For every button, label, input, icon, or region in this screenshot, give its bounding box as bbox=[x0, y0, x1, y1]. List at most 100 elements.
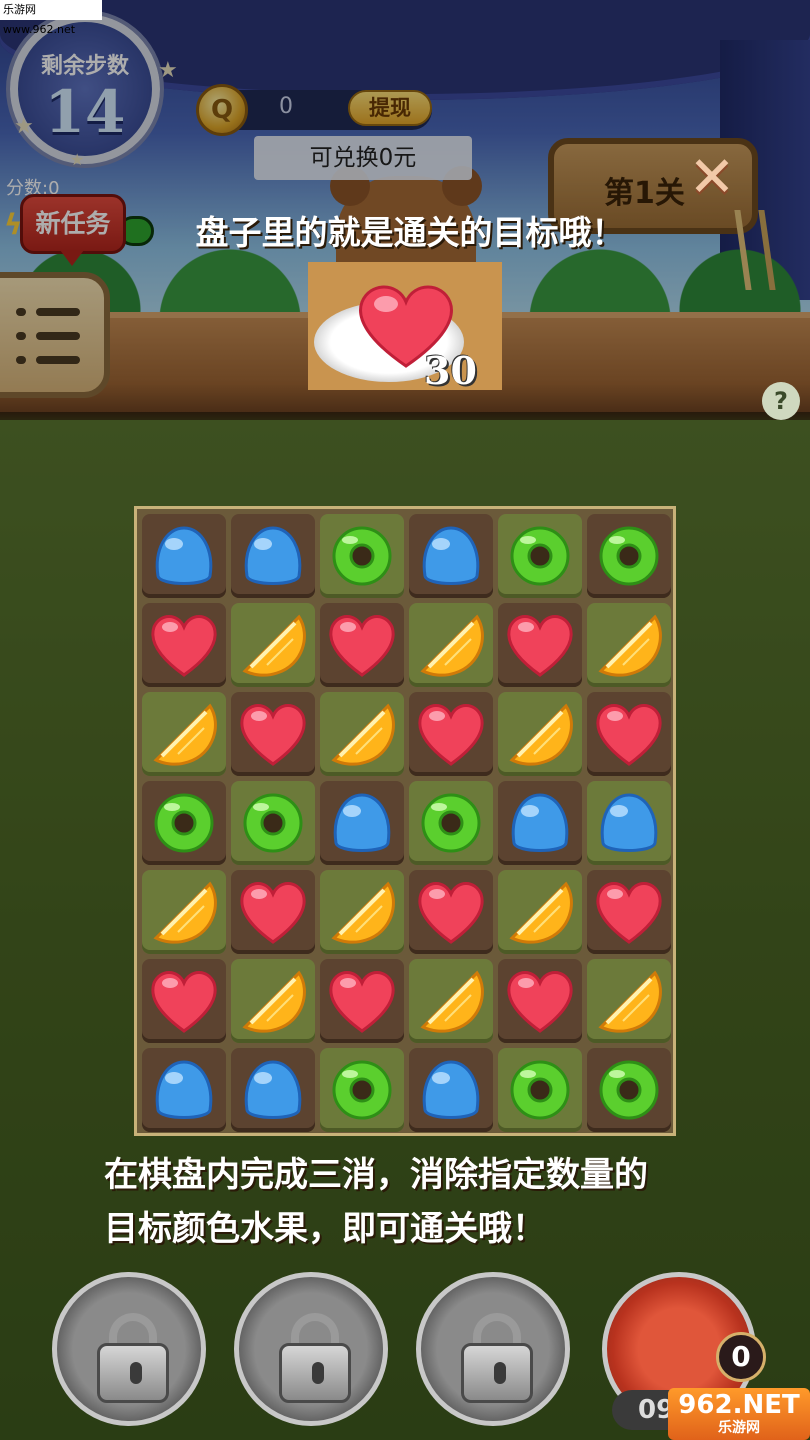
board-cell[interactable] bbox=[409, 959, 493, 1043]
board-cell[interactable] bbox=[498, 781, 582, 865]
board-cell[interactable] bbox=[231, 1048, 315, 1132]
board-cell[interactable] bbox=[409, 870, 493, 954]
board-cell[interactable] bbox=[409, 781, 493, 865]
red-gem-icon bbox=[504, 609, 576, 681]
board-cell[interactable] bbox=[498, 603, 582, 687]
help-icon[interactable]: ? bbox=[762, 382, 800, 420]
booster-magic-button[interactable] bbox=[416, 1272, 570, 1426]
orange-gem-icon bbox=[148, 698, 220, 770]
blue-gem-icon bbox=[326, 787, 398, 859]
board-cell[interactable] bbox=[587, 781, 671, 865]
game-board bbox=[134, 506, 676, 1136]
green-gem-icon bbox=[593, 520, 665, 592]
blue-gem-icon bbox=[237, 1054, 309, 1126]
board-cell[interactable] bbox=[142, 870, 226, 954]
board-cell[interactable] bbox=[498, 959, 582, 1043]
board-cell[interactable] bbox=[142, 959, 226, 1043]
board-cell[interactable] bbox=[320, 781, 404, 865]
orange-gem-icon bbox=[504, 698, 576, 770]
board-cell[interactable] bbox=[142, 514, 226, 598]
orange-gem-icon bbox=[593, 965, 665, 1037]
board-cell[interactable] bbox=[587, 603, 671, 687]
orange-gem-icon bbox=[326, 698, 398, 770]
board-cell[interactable] bbox=[587, 514, 671, 598]
green-gem-icon bbox=[504, 1054, 576, 1126]
board-cell[interactable] bbox=[409, 514, 493, 598]
board-cell[interactable] bbox=[320, 870, 404, 954]
tutorial-description-line: 在棋盘内完成三消，消除指定数量的 bbox=[104, 1155, 648, 1195]
red-gem-icon bbox=[593, 698, 665, 770]
green-gem-icon bbox=[326, 1054, 398, 1126]
red-gem-icon bbox=[415, 698, 487, 770]
orange-gem-icon bbox=[148, 876, 220, 948]
board-cell[interactable] bbox=[587, 870, 671, 954]
tutorial-description-line: 目标颜色水果，即可通关哦！ bbox=[104, 1209, 546, 1249]
watermark-text: 乐游网 www.962.net bbox=[0, 0, 102, 36]
board-cell[interactable] bbox=[320, 1048, 404, 1132]
lucky-bag-count: 0 bbox=[716, 1332, 766, 1382]
board-cell[interactable] bbox=[498, 1048, 582, 1132]
blue-gem-icon bbox=[148, 520, 220, 592]
red-gem-icon bbox=[237, 876, 309, 948]
red-gem-icon bbox=[237, 698, 309, 770]
red-gem-icon bbox=[326, 609, 398, 681]
board-cell[interactable] bbox=[320, 603, 404, 687]
blue-gem-icon bbox=[504, 787, 576, 859]
close-icon[interactable]: ✕ bbox=[684, 150, 740, 206]
board-cell[interactable] bbox=[409, 1048, 493, 1132]
lock-icon bbox=[97, 1343, 169, 1403]
board-cell[interactable] bbox=[587, 1048, 671, 1132]
orange-gem-icon bbox=[415, 965, 487, 1037]
red-gem-icon bbox=[593, 876, 665, 948]
blue-gem-icon bbox=[415, 1054, 487, 1126]
board-cell[interactable] bbox=[320, 959, 404, 1043]
green-gem-icon bbox=[237, 787, 309, 859]
board-cell[interactable] bbox=[231, 870, 315, 954]
red-gem-icon bbox=[415, 876, 487, 948]
lock-icon bbox=[461, 1343, 533, 1403]
board-cell[interactable] bbox=[231, 781, 315, 865]
board-cell[interactable] bbox=[320, 692, 404, 776]
board-cell[interactable] bbox=[231, 692, 315, 776]
orange-gem-icon bbox=[593, 609, 665, 681]
blue-gem-icon bbox=[148, 1054, 220, 1126]
orange-gem-icon bbox=[237, 965, 309, 1037]
orange-gem-icon bbox=[504, 876, 576, 948]
tutorial-title: 盘子里的就是通关的目标哦！ bbox=[195, 213, 625, 252]
board-cell[interactable] bbox=[142, 603, 226, 687]
booster-hammer-button[interactable] bbox=[234, 1272, 388, 1426]
green-gem-icon bbox=[326, 520, 398, 592]
orange-gem-icon bbox=[415, 609, 487, 681]
blue-gem-icon bbox=[237, 520, 309, 592]
board-cell[interactable] bbox=[587, 959, 671, 1043]
blue-gem-icon bbox=[593, 787, 665, 859]
red-gem-icon bbox=[148, 609, 220, 681]
board-cell[interactable] bbox=[409, 692, 493, 776]
board-cell[interactable] bbox=[498, 692, 582, 776]
orange-gem-icon bbox=[237, 609, 309, 681]
board-cell[interactable] bbox=[587, 692, 671, 776]
goal-plate: 30 bbox=[308, 262, 502, 393]
board-cell[interactable] bbox=[142, 1048, 226, 1132]
tutorial-description: 在棋盘内完成三消，消除指定数量的 目标颜色水果，即可通关哦！ bbox=[104, 1148, 744, 1256]
board-cell[interactable] bbox=[409, 603, 493, 687]
board-cell[interactable] bbox=[231, 514, 315, 598]
board-cell[interactable] bbox=[320, 514, 404, 598]
board-cell[interactable] bbox=[231, 603, 315, 687]
booster-lollipop-button[interactable] bbox=[52, 1272, 206, 1426]
green-gem-icon bbox=[415, 787, 487, 859]
goal-count: 30 bbox=[424, 348, 477, 393]
green-gem-icon bbox=[504, 520, 576, 592]
red-gem-icon bbox=[326, 965, 398, 1037]
board-cell[interactable] bbox=[498, 514, 582, 598]
green-gem-icon bbox=[148, 787, 220, 859]
lock-icon bbox=[279, 1343, 351, 1403]
board-cell[interactable] bbox=[498, 870, 582, 954]
board-cell[interactable] bbox=[142, 781, 226, 865]
board-cell[interactable] bbox=[231, 959, 315, 1043]
green-gem-icon bbox=[593, 1054, 665, 1126]
orange-gem-icon bbox=[326, 876, 398, 948]
blue-gem-icon bbox=[415, 520, 487, 592]
watermark-logo: 962.NET 乐游网 bbox=[668, 1388, 810, 1440]
board-cell[interactable] bbox=[142, 692, 226, 776]
